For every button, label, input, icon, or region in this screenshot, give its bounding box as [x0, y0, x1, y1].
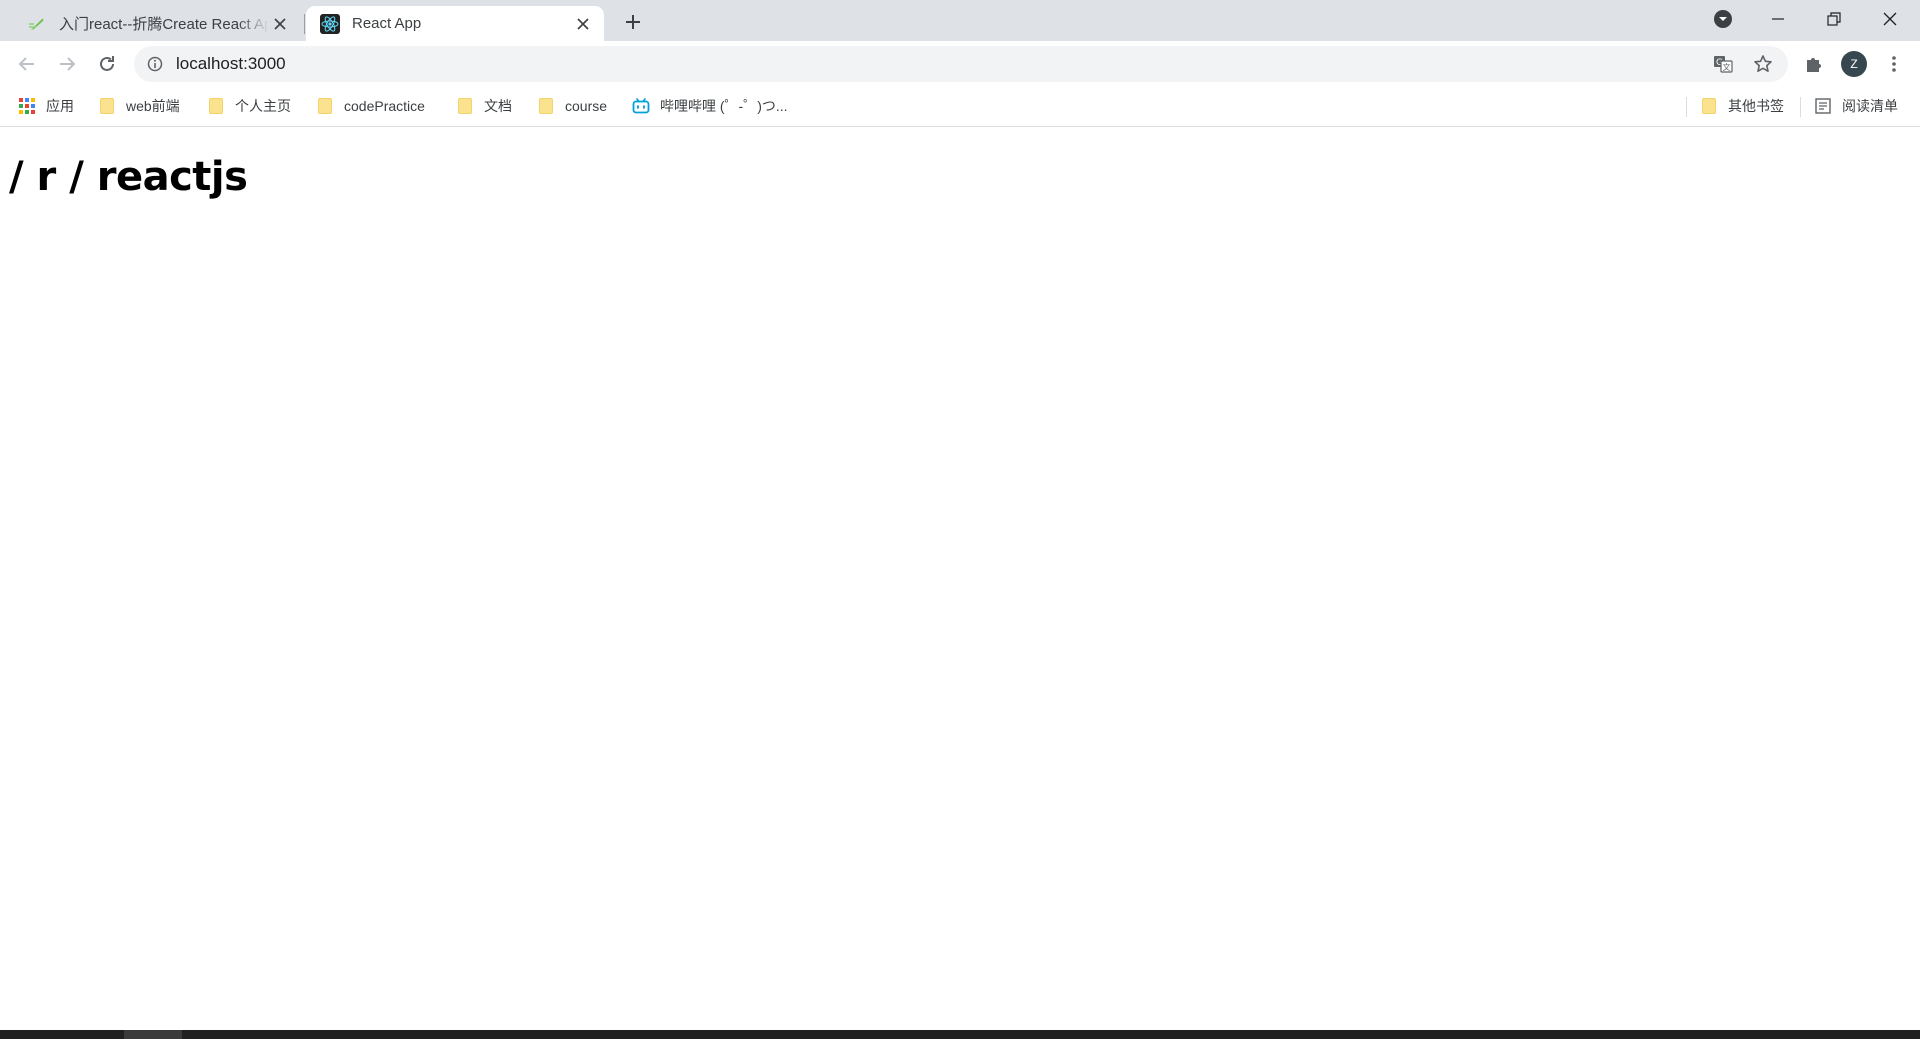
forward-button[interactable] [52, 49, 82, 79]
folder-icon [456, 97, 474, 115]
plus-icon [626, 15, 640, 29]
bookmark-label: 文档 [484, 98, 512, 114]
bookmark-label: course [565, 98, 608, 114]
reload-icon [100, 56, 114, 71]
folder-icon [1700, 97, 1718, 115]
react-favicon-icon [320, 13, 340, 34]
bookmark-folder-codepractice[interactable]: codePractice [316, 93, 425, 119]
address-bar[interactable]: localhost:3000 G 文 [134, 46, 1788, 82]
bookmark-folder-web[interactable]: web前端 [98, 93, 180, 119]
reading-list-icon [1814, 97, 1832, 115]
puzzle-icon[interactable] [1800, 50, 1828, 78]
url-text[interactable]: localhost:3000 [176, 54, 286, 74]
arrow-left-icon [18, 57, 34, 71]
tab-title: 入门react--折腾Create React App [59, 16, 269, 33]
bookmark-label: web前端 [126, 98, 180, 114]
reading-list-label: 阅读清单 [1842, 98, 1898, 114]
tab-strip: 入门react--折腾Create React App React App [0, 0, 1920, 41]
close-tab-icon[interactable] [572, 13, 594, 35]
new-tab-button[interactable] [619, 8, 647, 36]
tab-search-button[interactable] [1696, 0, 1750, 38]
minimize-button[interactable] [1750, 0, 1806, 38]
kebab-menu-icon[interactable] [1880, 50, 1908, 78]
chevron-down-circle-icon [1714, 10, 1732, 28]
folder-icon [537, 97, 555, 115]
bookmark-label: 哔哩哔哩 (゜-゜)つ... [660, 98, 788, 114]
bookmark-folder-personal[interactable]: 个人主页 [207, 93, 291, 119]
back-button[interactable] [12, 49, 42, 79]
info-icon[interactable] [146, 55, 164, 73]
tab-inactive[interactable]: 入门react--折腾Create React App [13, 6, 301, 41]
apps-grid-icon [18, 97, 36, 115]
taskbar-active-app[interactable] [124, 1030, 182, 1039]
close-window-button[interactable] [1862, 0, 1918, 38]
folder-icon [316, 97, 334, 115]
folder-icon [207, 97, 225, 115]
other-bookmarks[interactable]: 其他书签 [1700, 93, 1784, 119]
svg-text:文: 文 [1723, 62, 1731, 72]
bookmarks-divider [1800, 97, 1801, 117]
reload-button[interactable] [92, 49, 122, 79]
bookmark-folder-docs[interactable]: 文档 [456, 93, 512, 119]
apps-shortcut[interactable]: 应用 [18, 93, 74, 119]
os-taskbar [0, 1030, 1920, 1039]
page-heading: / r / reactjs [9, 154, 248, 200]
quill-favicon-icon [27, 14, 47, 34]
bookmarks-divider [1686, 97, 1687, 117]
restore-icon [1827, 12, 1841, 26]
bookmark-label: 个人主页 [235, 98, 291, 114]
avatar[interactable]: Z [1841, 51, 1867, 77]
web-page-content: / r / reactjs [0, 128, 1920, 1030]
arrow-right-icon [60, 57, 76, 71]
tab-separator [304, 14, 305, 34]
close-icon [1883, 12, 1897, 26]
star-icon[interactable] [1751, 52, 1775, 76]
translate-icon[interactable]: G 文 [1711, 52, 1735, 76]
bookmarks-bar: 应用 web前端 个人主页 codePractice 文档 course 哔哩哔… [0, 87, 1920, 127]
restore-button[interactable] [1806, 0, 1862, 38]
apps-label: 应用 [46, 98, 74, 114]
reading-list[interactable]: 阅读清单 [1814, 93, 1898, 119]
bookmark-label: codePractice [344, 98, 425, 114]
browser-toolbar: localhost:3000 G 文 Z [0, 41, 1920, 87]
tab-title: React App [352, 15, 422, 32]
tab-active[interactable]: React App [306, 6, 604, 41]
close-tab-icon[interactable] [269, 13, 291, 35]
bookmark-bilibili[interactable]: 哔哩哔哩 (゜-゜)つ... [632, 93, 788, 119]
folder-icon [98, 97, 116, 115]
other-bookmarks-label: 其他书签 [1728, 98, 1784, 114]
bookmark-folder-course[interactable]: course [537, 93, 607, 119]
minimize-icon [1772, 18, 1784, 20]
bilibili-icon [632, 97, 650, 115]
